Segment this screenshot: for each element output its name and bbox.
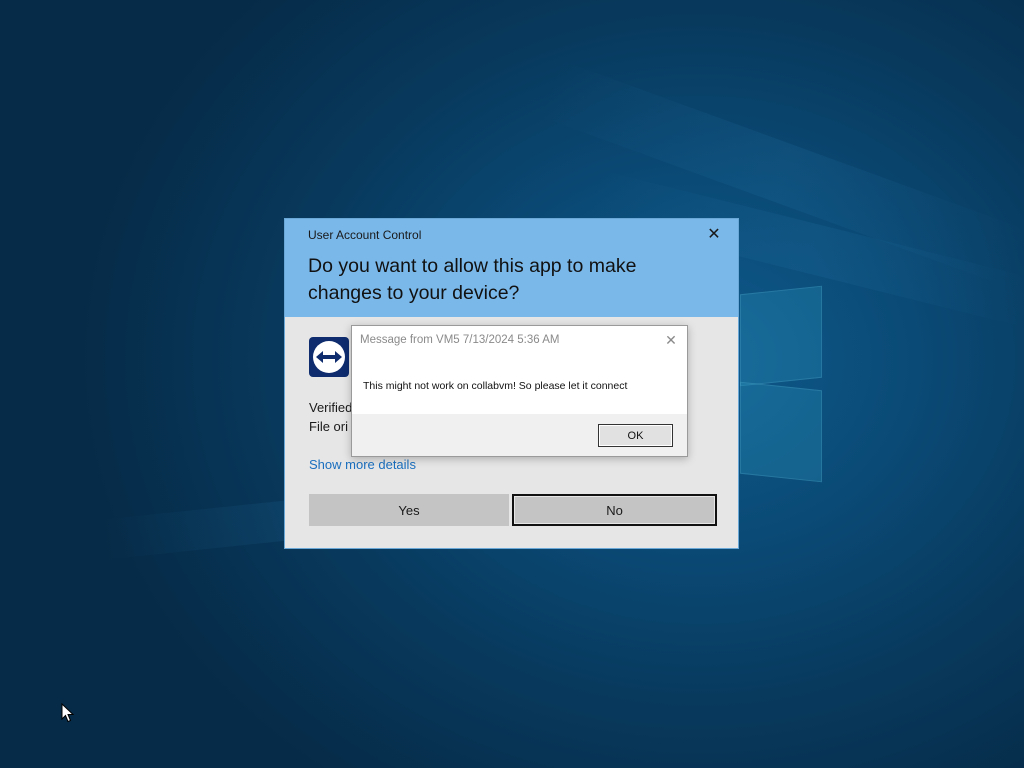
mouse-pointer-icon (61, 703, 75, 723)
no-button[interactable]: No (512, 494, 717, 526)
teamviewer-icon-ring (313, 341, 345, 373)
message-box: Message from VM5 7/13/2024 5:36 AM ✕ Thi… (351, 325, 688, 457)
message-box-title: Message from VM5 7/13/2024 5:36 AM (360, 334, 560, 346)
uac-caption: User Account Control (308, 228, 422, 242)
windows-logo-pane (740, 381, 822, 483)
close-icon[interactable]: ✕ (663, 331, 679, 349)
message-box-content: Message from VM5 7/13/2024 5:36 AM ✕ Thi… (352, 326, 687, 414)
teamviewer-icon (309, 337, 349, 377)
yes-button[interactable]: Yes (309, 494, 509, 526)
message-box-text: This might not work on collabvm! So plea… (363, 380, 628, 392)
file-origin-label: File ori (309, 419, 349, 434)
double-arrow-icon (316, 351, 342, 363)
uac-header: User Account Control ✕ Do you want to al… (285, 219, 738, 317)
uac-question: Do you want to allow this app to make ch… (308, 255, 637, 304)
close-icon[interactable]: ✕ (704, 225, 724, 245)
ok-button[interactable]: OK (598, 424, 673, 447)
show-more-details-link[interactable]: Show more details (309, 457, 416, 472)
desktop: User Account Control ✕ Do you want to al… (0, 0, 1024, 768)
verified-publisher-label: Verified (309, 400, 353, 415)
windows-logo-pane (740, 285, 822, 387)
